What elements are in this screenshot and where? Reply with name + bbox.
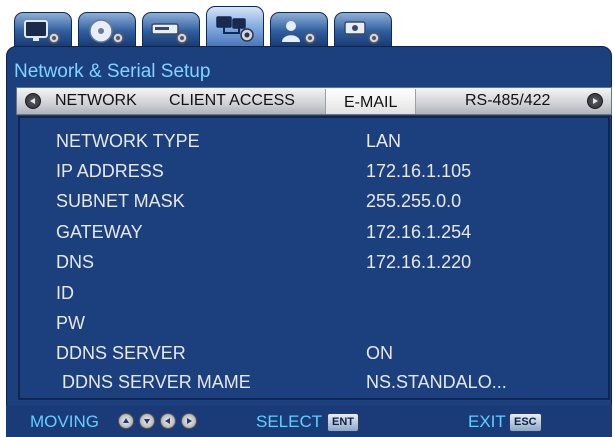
previous-tab-arrow-icon[interactable] — [25, 93, 41, 109]
setting-value[interactable]: 172.16.1.254 — [366, 219, 471, 245]
control-hint-bar: MOVING SELECT ENT EXIT ESC — [6, 405, 612, 437]
subtab-rs485[interactable]: RS-485/422 — [465, 88, 550, 114]
arrow-left-icon — [160, 413, 176, 429]
moving-label: MOVING — [30, 412, 99, 431]
setting-label: DDNS SERVER — [56, 343, 186, 363]
setting-value[interactable]: ON — [366, 340, 393, 366]
window-title: Network & Serial Setup — [8, 60, 606, 84]
network-settings-icon — [216, 16, 254, 42]
setting-value[interactable]: 172.16.1.220 — [366, 249, 471, 275]
tab-user[interactable] — [270, 12, 328, 48]
settings-panel: NETWORK TYPE LAN IP ADDRESS 172.16.1.105… — [18, 116, 610, 400]
setting-label: PW — [56, 313, 85, 333]
setting-value[interactable]: LAN — [366, 128, 401, 154]
camera-settings-icon — [344, 21, 380, 44]
setting-value[interactable]: 255.255.0.0 — [366, 188, 461, 214]
recorder-settings-icon — [151, 23, 188, 44]
setting-label: IP ADDRESS — [56, 161, 164, 181]
monitor-settings-icon — [24, 20, 60, 44]
tab-disk[interactable] — [78, 12, 136, 48]
arrow-right-icon — [181, 413, 197, 429]
subtab-email[interactable]: E-MAIL — [325, 89, 417, 114]
settings-tab-bar — [14, 6, 614, 50]
window-title-text: Network & Serial Setup — [14, 61, 211, 82]
setting-label: ID — [56, 283, 74, 303]
setting-label: DDNS SERVER MAME — [62, 372, 251, 392]
arrow-up-icon — [118, 413, 134, 429]
escape-key-icon: ESC — [509, 413, 542, 432]
select-label: SELECT — [256, 412, 323, 431]
tab-camera[interactable] — [334, 12, 392, 48]
arrow-down-icon — [139, 413, 155, 429]
setting-label: GATEWAY — [56, 222, 143, 242]
enter-key-icon: ENT — [327, 413, 359, 432]
user-settings-icon — [282, 21, 316, 44]
subtab-network[interactable]: NETWORK — [55, 88, 137, 114]
subtab-bar: NETWORK CLIENT ACCESS E-MAIL RS-485/422 — [16, 87, 612, 115]
setting-label: NETWORK TYPE — [56, 131, 200, 151]
next-tab-arrow-icon[interactable] — [587, 93, 603, 109]
setting-value[interactable]: 172.16.1.105 — [366, 158, 471, 184]
setting-label: SUBNET MASK — [56, 191, 185, 211]
setting-label: DNS — [56, 252, 95, 272]
tab-recorder[interactable] — [142, 12, 200, 48]
disc-settings-icon — [89, 19, 124, 44]
tab-display[interactable] — [14, 12, 72, 48]
setting-value[interactable]: NS.STANDALO... — [366, 369, 507, 395]
subtab-client-access[interactable]: CLIENT ACCESS — [169, 88, 295, 114]
tab-network[interactable] — [206, 6, 264, 50]
exit-label: EXIT — [468, 412, 506, 431]
